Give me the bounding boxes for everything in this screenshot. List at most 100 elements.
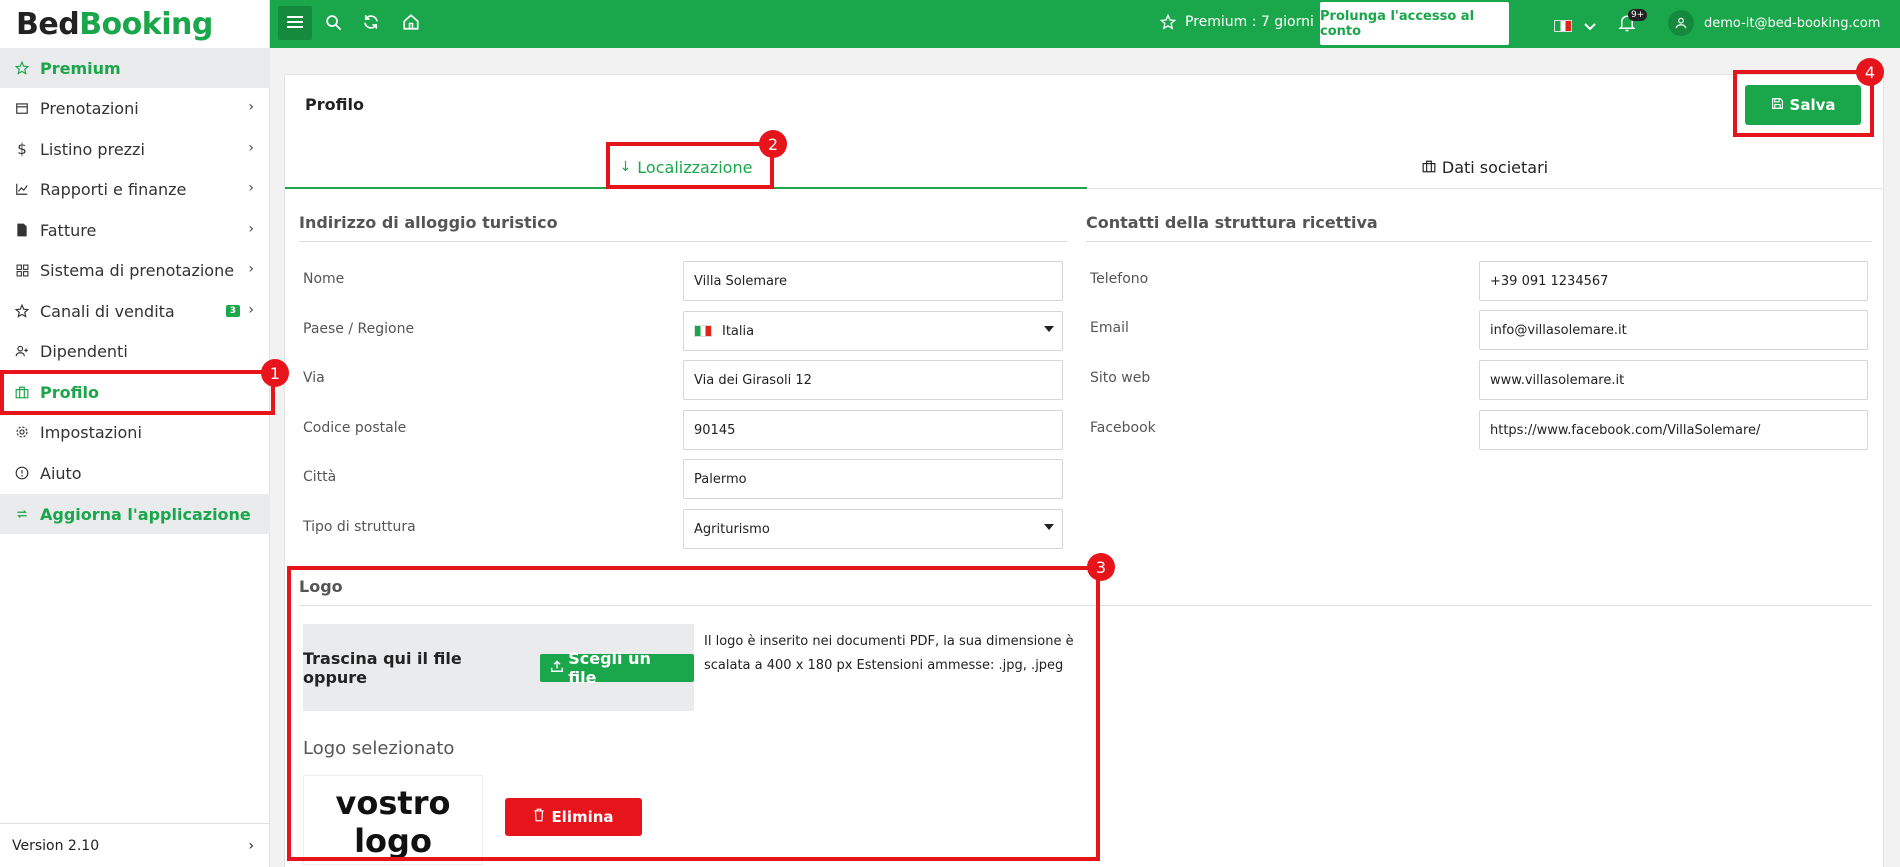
chevron-right-icon: › xyxy=(248,99,254,115)
dropdown-caret-icon xyxy=(1044,326,1054,332)
tipo-struttura-select[interactable]: Agriturismo xyxy=(683,509,1063,549)
paese-select[interactable]: Italia xyxy=(683,311,1063,351)
delete-logo-button[interactable]: Elimina xyxy=(505,798,642,836)
version-footer[interactable]: Version 2.10 › xyxy=(0,823,270,867)
email-input[interactable]: info@villasolemare.it xyxy=(1479,310,1868,350)
tab-dati-societari[interactable]: Dati societari xyxy=(1087,147,1883,189)
sidebar-item-aggiorna[interactable]: Aggiorna l'applicazione xyxy=(0,494,270,534)
refresh-icon xyxy=(362,13,380,35)
paese-label: Paese / Regione xyxy=(303,321,415,337)
sidebar-item-sistema-prenotazione[interactable]: Sistema di prenotazione › xyxy=(0,250,270,290)
sidebar-item-label: Canali di vendita xyxy=(40,301,175,321)
count-badge: 3 xyxy=(225,305,240,317)
facebook-input[interactable]: https://www.facebook.com/VillaSolemare/ xyxy=(1479,410,1868,450)
logo-preview-line1: vostro xyxy=(335,784,451,822)
sidebar: Bed Booking Premium Prenotazioni › $ List… xyxy=(0,0,270,867)
sidebar-item-label: Dipendenti xyxy=(40,341,128,361)
sidebar-item-rapporti[interactable]: Rapporti e finanze › xyxy=(0,169,270,209)
nome-input[interactable]: Villa Solemare xyxy=(683,261,1063,301)
delete-label: Elimina xyxy=(551,808,614,826)
sidebar-item-fatture[interactable]: Fatture › xyxy=(0,210,270,250)
gear-icon xyxy=(12,425,32,439)
chevron-right-icon: › xyxy=(248,140,254,156)
sidebar-item-label: Listino prezzi xyxy=(40,139,145,159)
paese-value: Italia xyxy=(722,323,755,339)
logo-dropzone[interactable]: Trascina qui il file oppure Scegli un fi… xyxy=(303,624,694,711)
sidebar-item-profilo[interactable]: Profilo xyxy=(0,372,270,412)
notification-count-badge: 9+ xyxy=(1628,9,1648,21)
sidebar-item-canali-vendita[interactable]: Canali di vendita 3 › xyxy=(0,291,270,331)
avatar-icon xyxy=(1668,10,1694,36)
tipo-struttura-label: Tipo di struttura xyxy=(303,519,416,535)
logo-preview-image: vostro logo xyxy=(303,775,483,865)
trash-icon xyxy=(533,808,545,826)
briefcase-icon xyxy=(1422,158,1436,177)
via-label: Via xyxy=(303,370,325,386)
tipo-struttura-value: Agriturismo xyxy=(694,521,770,537)
via-input[interactable]: Via dei Girasoli 12 xyxy=(683,360,1063,400)
tab-label: Localizzazione xyxy=(637,157,753,177)
email-label: Email xyxy=(1090,320,1129,336)
citta-input[interactable]: Palermo xyxy=(683,459,1063,499)
sidebar-item-label: Rapporti e finanze xyxy=(40,179,187,199)
calendar-icon xyxy=(12,101,32,115)
sidebar-item-label: Sistema di prenotazione xyxy=(40,260,235,280)
facebook-label: Facebook xyxy=(1090,420,1156,436)
sidebar-item-listino-prezzi[interactable]: $ Listino prezzi › xyxy=(0,129,270,169)
logo-text-booking: Booking xyxy=(79,6,213,42)
contacts-section-heading: Contatti della struttura ricettiva xyxy=(1086,213,1872,242)
chart-icon xyxy=(12,182,32,196)
top-bar: Premium : 7 giorni Prolunga l'accesso al… xyxy=(270,0,1900,48)
app-logo[interactable]: Bed Booking xyxy=(0,0,269,48)
dropzone-text: Trascina qui il file oppure xyxy=(303,648,462,687)
italy-flag-icon xyxy=(1554,19,1572,32)
logo-section-heading: Logo xyxy=(299,577,1872,606)
hamburger-icon xyxy=(287,14,303,33)
sidebar-item-dipendenti[interactable]: Dipendenti xyxy=(0,331,270,371)
sidebar-item-label: Premium xyxy=(40,58,121,78)
menu-toggle-button[interactable] xyxy=(278,6,312,40)
user-menu[interactable]: demo-it@bed-booking.com xyxy=(1668,10,1880,36)
chevron-right-icon: › xyxy=(248,180,254,196)
chevron-right-icon: › xyxy=(248,221,254,237)
sito-web-input[interactable]: www.villasolemare.it xyxy=(1479,360,1868,400)
sidebar-item-impostazioni[interactable]: Impostazioni xyxy=(0,412,270,452)
invoice-icon xyxy=(12,223,32,237)
sidebar-item-prenotazioni[interactable]: Prenotazioni › xyxy=(0,88,270,128)
page-title: Profilo xyxy=(305,95,364,114)
premium-status[interactable]: Premium : 7 giorni xyxy=(1185,14,1314,30)
tab-label: Dati societari xyxy=(1441,158,1549,177)
info-icon xyxy=(12,466,32,480)
grid-icon xyxy=(12,264,32,277)
sidebar-item-label: Aiuto xyxy=(40,463,82,483)
search-icon xyxy=(325,14,342,35)
sidebar-item-aiuto[interactable]: Aiuto xyxy=(0,453,270,493)
telefono-input[interactable]: +39 091 1234567 xyxy=(1479,261,1868,301)
annotation-marker-3: 3 xyxy=(1087,553,1115,581)
telefono-label: Telefono xyxy=(1090,271,1149,287)
sito-web-label: Sito web xyxy=(1090,370,1151,386)
dropdown-caret-icon xyxy=(1044,524,1054,530)
search-button[interactable] xyxy=(314,0,352,48)
star-icon xyxy=(12,61,32,75)
language-selector[interactable] xyxy=(1554,16,1596,35)
save-button[interactable]: Salva xyxy=(1745,85,1861,125)
choose-file-label: Scegli un file xyxy=(568,648,651,687)
citta-label: Città xyxy=(303,469,337,485)
italy-flag-icon xyxy=(694,325,712,337)
profile-tabs: ↓ Localizzazione Dati societari xyxy=(285,147,1883,189)
sidebar-item-premium[interactable]: Premium xyxy=(0,48,270,88)
sidebar-item-label: Profilo xyxy=(40,382,99,402)
notifications-button[interactable]: 9+ xyxy=(1618,9,1648,37)
extend-access-button[interactable]: Prolunga l'accesso al conto xyxy=(1320,2,1509,45)
tab-localizzazione[interactable]: ↓ Localizzazione xyxy=(285,147,1087,189)
save-icon xyxy=(1771,96,1784,114)
home-button[interactable] xyxy=(392,0,430,48)
annotation-marker-1: 1 xyxy=(261,359,289,387)
refresh-button[interactable] xyxy=(352,0,390,48)
choose-file-button[interactable]: Scegli un file xyxy=(540,649,694,687)
version-label: Version 2.10 xyxy=(12,837,100,854)
dollar-icon: $ xyxy=(17,140,27,158)
codice-postale-input[interactable]: 90145 xyxy=(683,410,1063,450)
chevron-down-icon xyxy=(1584,16,1596,35)
